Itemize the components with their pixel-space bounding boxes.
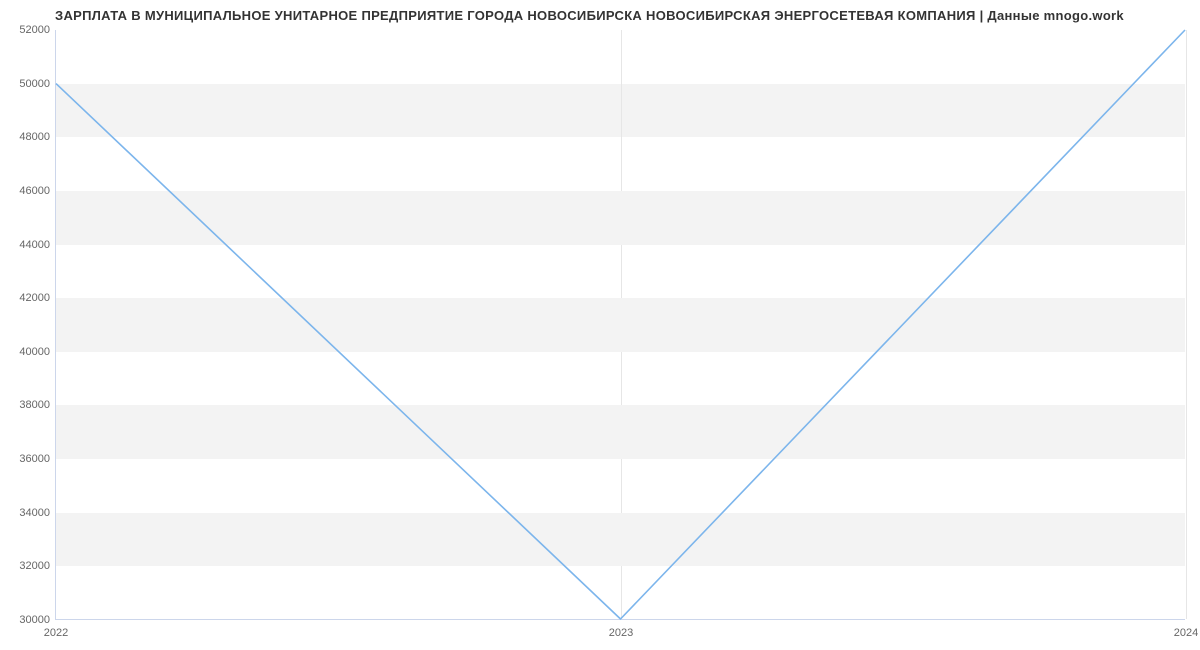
chart-plot-area: 3000032000340003600038000400004200044000… [55, 30, 1185, 620]
x-tick-label: 2023 [609, 627, 633, 639]
y-tick-label: 50000 [19, 78, 56, 90]
x-tick-label: 2024 [1174, 627, 1198, 639]
y-tick-label: 38000 [19, 399, 56, 411]
y-tick-label: 34000 [19, 507, 56, 519]
y-tick-label: 40000 [19, 346, 56, 358]
y-tick-label: 44000 [19, 239, 56, 251]
y-tick-label: 48000 [19, 131, 56, 143]
y-tick-label: 46000 [19, 185, 56, 197]
chart-title: ЗАРПЛАТА В МУНИЦИПАЛЬНОЕ УНИТАРНОЕ ПРЕДП… [55, 8, 1124, 23]
x-tick-label: 2022 [44, 627, 68, 639]
y-tick-label: 30000 [19, 614, 56, 626]
y-tick-label: 52000 [19, 24, 56, 36]
grid-vertical [1186, 30, 1187, 619]
y-tick-label: 42000 [19, 292, 56, 304]
y-tick-label: 36000 [19, 453, 56, 465]
y-tick-label: 32000 [19, 560, 56, 572]
series-line [56, 30, 1185, 619]
